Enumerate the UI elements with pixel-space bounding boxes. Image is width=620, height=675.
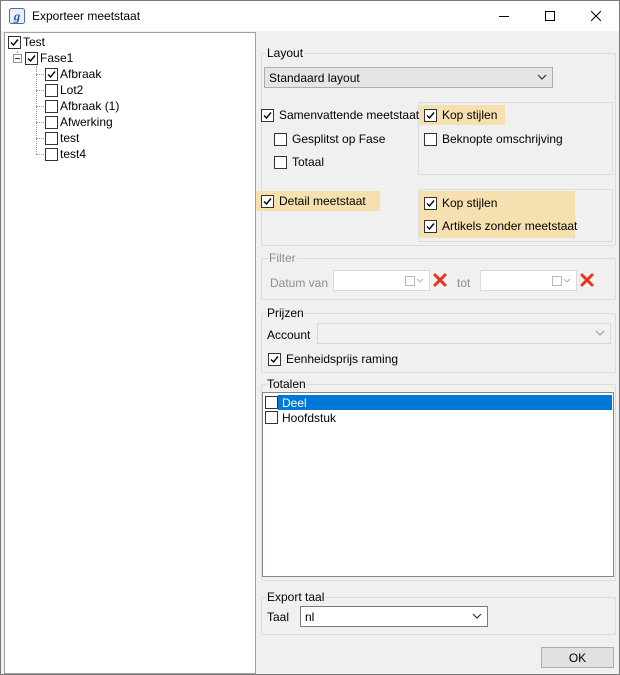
checkbox-checked-icon[interactable] xyxy=(8,35,21,49)
taal-label: Taal xyxy=(267,610,290,624)
list-item-deel[interactable]: Deel xyxy=(264,395,612,410)
minimize-button[interactable] xyxy=(481,1,527,31)
export-dialog: g Exporteer meetstaat Test Fase1 Afbraak… xyxy=(0,0,620,675)
phase-tree[interactable]: Test Fase1 Afbraak Lot2 Afbraak (1) Afwe… xyxy=(4,32,256,674)
totalen-group-title: Totalen xyxy=(266,377,307,391)
checkbox-icon[interactable] xyxy=(274,155,287,169)
datum-van-picker[interactable] xyxy=(333,270,430,291)
artikels-checkbox[interactable]: Artikels zonder meetstaat xyxy=(424,219,577,233)
kop-stijlen-checkbox-2[interactable]: Kop stijlen xyxy=(424,196,497,210)
export-taal-group-title: Export taal xyxy=(266,590,326,604)
checkbox-icon[interactable] xyxy=(265,396,278,409)
tree-item[interactable]: Afbraak xyxy=(45,66,101,82)
close-button[interactable] xyxy=(573,1,619,31)
checkbox-checked-icon[interactable] xyxy=(25,51,38,65)
checkbox-icon[interactable] xyxy=(265,411,278,424)
filter-group-title: Filter xyxy=(268,251,297,265)
title-bar: g Exporteer meetstaat xyxy=(1,1,619,31)
checkbox-icon[interactable] xyxy=(274,132,287,146)
tot-label: tot xyxy=(457,276,471,290)
clear-date-from-icon[interactable] xyxy=(432,272,448,291)
checkbox-icon[interactable] xyxy=(45,83,58,97)
totalen-list[interactable]: Deel Hoofdstuk xyxy=(262,392,614,577)
eenheidsprijs-checkbox[interactable]: Eenheidsprijs raming xyxy=(268,352,398,366)
tree-item-root[interactable]: Test xyxy=(8,34,45,50)
chevron-down-icon xyxy=(537,74,547,80)
account-label: Account xyxy=(267,328,311,342)
tree-item[interactable]: Lot2 xyxy=(45,82,83,98)
checkbox-icon[interactable] xyxy=(45,115,58,129)
checkbox-icon[interactable] xyxy=(45,99,58,113)
checkbox-checked-icon[interactable] xyxy=(261,108,274,122)
checkbox-icon[interactable] xyxy=(45,147,58,161)
taal-select[interactable]: nl xyxy=(300,606,488,627)
datum-tot-picker[interactable] xyxy=(480,270,577,291)
checkbox-checked-icon[interactable] xyxy=(45,67,58,81)
svg-text:g: g xyxy=(13,9,21,24)
checkbox-icon[interactable] xyxy=(424,132,437,146)
samenvattende-checkbox[interactable]: Samenvattende meetstaat xyxy=(261,108,419,122)
tree-item[interactable]: test xyxy=(45,130,79,146)
calendar-dropdown-icon xyxy=(552,276,571,286)
totaal-checkbox[interactable]: Totaal xyxy=(274,155,324,169)
layout-select[interactable]: Standaard layout xyxy=(264,67,553,88)
account-select[interactable] xyxy=(317,323,611,344)
tree-item-phase[interactable]: Fase1 xyxy=(25,50,73,66)
clear-date-to-icon[interactable] xyxy=(579,272,595,291)
prijzen-group-title: Prijzen xyxy=(266,306,305,320)
tree-item[interactable]: test4 xyxy=(45,146,86,162)
gesplitst-checkbox[interactable]: Gesplitst op Fase xyxy=(274,132,385,146)
chevron-down-icon xyxy=(472,613,482,619)
beknopte-checkbox[interactable]: Beknopte omschrijving xyxy=(424,132,563,146)
kop-stijlen-checkbox-1[interactable]: Kop stijlen xyxy=(419,105,506,125)
ok-button[interactable]: OK xyxy=(541,647,614,668)
detail-checkbox[interactable]: Detail meetstaat xyxy=(256,191,380,211)
checkbox-checked-icon[interactable] xyxy=(424,196,437,210)
datum-van-label: Datum van xyxy=(270,276,329,290)
checkbox-checked-icon[interactable] xyxy=(424,108,437,122)
checkbox-checked-icon[interactable] xyxy=(424,219,437,233)
tree-item[interactable]: Afwerking xyxy=(45,114,113,130)
checkbox-checked-icon[interactable] xyxy=(261,194,274,208)
checkbox-icon[interactable] xyxy=(45,131,58,145)
checkbox-checked-icon[interactable] xyxy=(268,352,281,366)
window-title: Exporteer meetstaat xyxy=(32,9,141,23)
tree-item[interactable]: Afbraak (1) xyxy=(45,98,119,114)
list-item-hoofdstuk[interactable]: Hoofdstuk xyxy=(264,410,336,425)
calendar-dropdown-icon xyxy=(405,276,424,286)
collapse-icon[interactable] xyxy=(13,54,22,63)
maximize-button[interactable] xyxy=(527,1,573,31)
chevron-down-icon xyxy=(595,330,605,336)
layout-group-title: Layout xyxy=(266,46,305,60)
app-logo-icon: g xyxy=(9,8,25,24)
